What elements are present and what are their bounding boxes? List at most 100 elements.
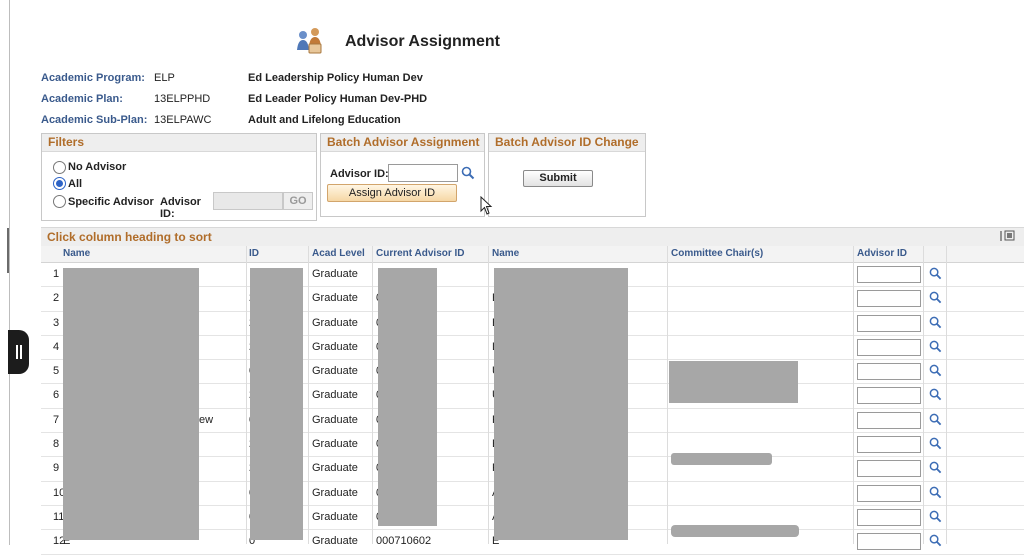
- col-header-advisor-id[interactable]: Advisor ID: [857, 248, 907, 259]
- acad-level-cell: Graduate: [312, 389, 358, 402]
- academic-plan-code: 13ELPPHD: [154, 93, 211, 105]
- row-number: 7: [53, 413, 60, 426]
- go-button[interactable]: GO: [283, 192, 313, 210]
- current-advisor-id-cell: 000710602: [376, 535, 432, 548]
- batch-assign-panel: Batch Advisor Assignment Advisor ID: Ass…: [320, 133, 485, 217]
- grid-header-row: Name ID Acad Level Current Advisor ID Na…: [41, 246, 1024, 263]
- academic-plan-description: Ed Leader Policy Human Dev-PHD: [248, 93, 428, 105]
- left-frame-marker: [7, 228, 9, 273]
- acad-level-cell: Graduate: [312, 438, 358, 451]
- advisor-id-input[interactable]: [857, 363, 921, 381]
- batch-advisor-id-input[interactable]: [388, 164, 458, 182]
- acad-level-cell: Graduate: [312, 462, 358, 475]
- row-number: 4: [53, 340, 60, 353]
- acad-level-cell: Graduate: [312, 510, 358, 523]
- redaction-block-advisor-ids: [378, 268, 437, 526]
- assign-advisor-id-button[interactable]: Assign Advisor ID: [327, 184, 457, 202]
- row-number: 1: [53, 268, 60, 280]
- batch-assign-title: Batch Advisor Assignment: [321, 134, 484, 152]
- row-number: 9: [53, 462, 60, 475]
- acad-level-cell: Graduate: [312, 292, 358, 305]
- advisor-id-input[interactable]: [857, 484, 921, 502]
- redaction-block-committee-3: [671, 525, 799, 537]
- redaction-block-names: [63, 268, 199, 540]
- col-header-current-advisor-id[interactable]: Current Advisor ID: [376, 248, 465, 259]
- specific-advisor-radio[interactable]: [53, 195, 66, 208]
- redaction-block-advisor-names: [494, 268, 628, 540]
- magnifier-icon[interactable]: [929, 267, 942, 280]
- magnifier-icon[interactable]: [929, 364, 942, 377]
- magnifier-icon[interactable]: [929, 437, 942, 450]
- filter-advisor-id-label: Advisor ID:: [160, 196, 201, 220]
- acad-level-cell: Graduate: [312, 535, 358, 548]
- row-number: 5: [53, 365, 60, 378]
- page-title: Advisor Assignment: [345, 33, 500, 50]
- advisor-id-input[interactable]: [857, 290, 921, 308]
- academic-program-label: Academic Program:: [41, 72, 145, 84]
- magnifier-icon[interactable]: [929, 413, 942, 426]
- magnifier-icon[interactable]: [929, 388, 942, 401]
- col-header-committee-chairs[interactable]: Committee Chair(s): [671, 248, 763, 259]
- magnifier-icon[interactable]: [929, 486, 942, 499]
- advisor-id-input[interactable]: [857, 533, 921, 551]
- magnifier-icon[interactable]: [929, 461, 942, 474]
- academic-program-description: Ed Leadership Policy Human Dev: [248, 72, 423, 84]
- col-header-acad-level[interactable]: Acad Level: [312, 248, 365, 259]
- acad-level-cell: Graduate: [312, 413, 358, 426]
- acad-level-cell: Graduate: [312, 486, 358, 499]
- submit-button[interactable]: Submit: [523, 170, 593, 187]
- magnifier-icon[interactable]: [929, 534, 942, 547]
- batch-advisor-id-label: Advisor ID:: [330, 168, 389, 180]
- advisor-id-input[interactable]: [857, 266, 921, 283]
- filter-advisor-id-input[interactable]: [213, 192, 283, 210]
- advisor-id-input[interactable]: [857, 338, 921, 356]
- all-label: All: [68, 178, 83, 190]
- magnifier-icon[interactable]: [929, 316, 942, 329]
- all-radio[interactable]: [53, 177, 66, 190]
- no-advisor-label: No Advisor: [68, 161, 127, 173]
- filters-title: Filters: [42, 134, 316, 152]
- batch-change-panel: Batch Advisor ID Change Submit: [488, 133, 646, 217]
- advisor-id-input[interactable]: [857, 508, 921, 526]
- advisor-id-input[interactable]: [857, 387, 921, 405]
- acad-level-cell: Graduate: [312, 340, 358, 353]
- col-header-id[interactable]: ID: [249, 248, 259, 259]
- grid-sort-bar: Click column heading to sort: [41, 227, 1024, 246]
- people-assignment-icon: [297, 28, 322, 54]
- advisor-id-input[interactable]: [857, 460, 921, 478]
- academic-subplan-description: Adult and Lifelong Education: [248, 114, 401, 126]
- magnifier-icon[interactable]: [929, 291, 942, 304]
- col-header-advisor-name[interactable]: Name: [492, 248, 519, 259]
- acad-level-cell: Graduate: [312, 316, 358, 329]
- left-frame-border: [9, 0, 10, 545]
- acad-level-cell: Graduate: [312, 365, 358, 378]
- no-advisor-radio[interactable]: [53, 161, 66, 174]
- col-header-name[interactable]: Name: [63, 248, 90, 259]
- magnifier-icon[interactable]: [929, 340, 942, 353]
- academic-subplan-label: Academic Sub-Plan:: [41, 114, 148, 126]
- academic-subplan-code: 13ELPAWC: [154, 114, 212, 126]
- academic-plan-label: Academic Plan:: [41, 93, 123, 105]
- advisor-id-input[interactable]: [857, 314, 921, 332]
- specific-advisor-label: Specific Advisor: [68, 196, 154, 208]
- redaction-block-committee-2: [671, 453, 772, 465]
- advisor-id-input[interactable]: [857, 436, 921, 454]
- redaction-block-ids: [250, 268, 303, 540]
- sort-hint: Click column heading to sort: [47, 230, 212, 244]
- mouse-cursor-icon: [480, 196, 493, 215]
- acad-level-cell: Graduate: [312, 268, 358, 280]
- row-number: 3: [53, 316, 60, 329]
- magnifier-icon[interactable]: [461, 166, 475, 180]
- batch-change-title: Batch Advisor ID Change: [489, 134, 645, 152]
- academic-program-code: ELP: [154, 72, 175, 84]
- row-number: 8: [53, 438, 60, 451]
- row-number: 2: [53, 292, 60, 305]
- magnifier-icon[interactable]: [929, 510, 942, 523]
- pause-handle-icon[interactable]: [8, 330, 29, 374]
- row-number: 6: [53, 389, 60, 402]
- grid-tools-icon[interactable]: [1000, 229, 1016, 243]
- advisor-id-input[interactable]: [857, 411, 921, 429]
- student-name-tail: ew: [199, 413, 214, 426]
- redaction-block-committee-1: [669, 361, 798, 403]
- filters-panel: Filters No Advisor All Specific Advisor …: [41, 133, 317, 221]
